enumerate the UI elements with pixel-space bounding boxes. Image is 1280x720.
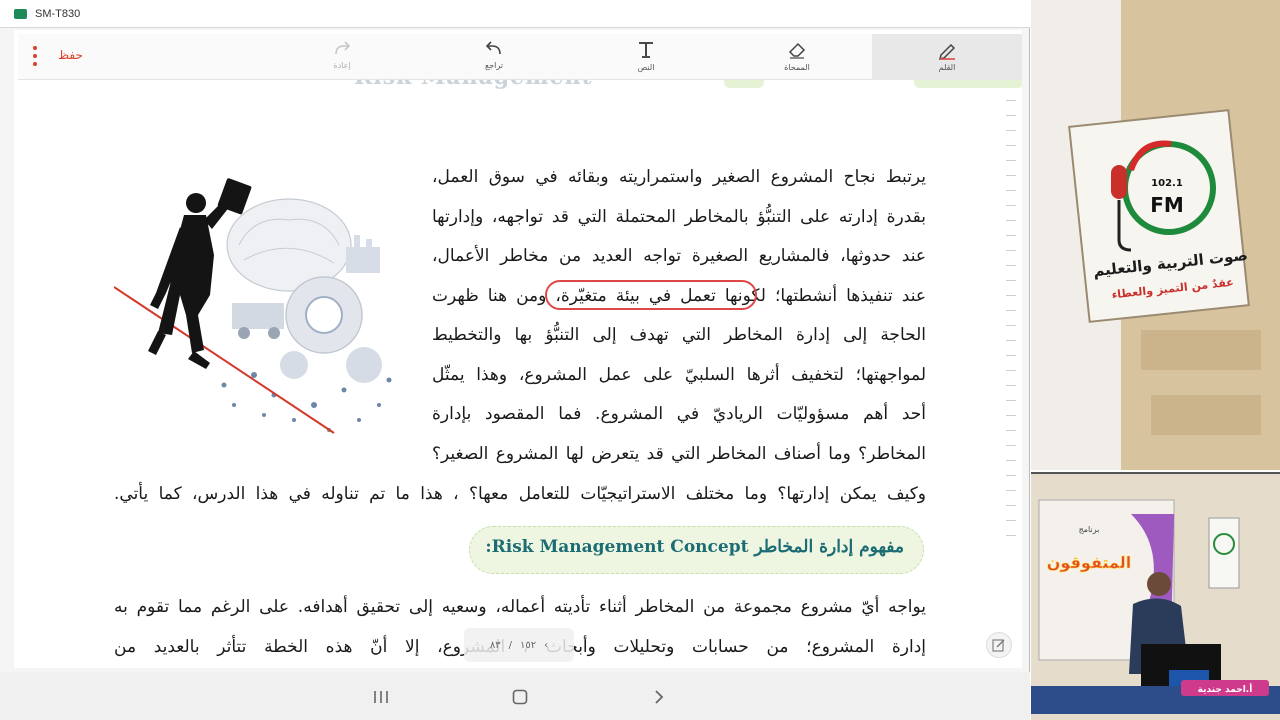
redo-label: إعادة (333, 61, 351, 70)
studio-camera-bottom: برنامج المتفوقون أ.احمد جندية (1031, 472, 1280, 720)
radio-logo-frequency: 102.1 (1151, 178, 1183, 189)
text-line: الحاجة إلى إدارة المخاطر التي تهدف إلى ا… (432, 325, 926, 345)
text-line: المخاطر؟ وما أصناف المخاطر التي قد يتعرض… (432, 443, 926, 464)
text-icon (639, 42, 653, 58)
mirror-app-icon (14, 8, 27, 19)
chevron-left-icon[interactable]: ‹ (544, 640, 548, 651)
redo-button[interactable]: إعادة (316, 40, 368, 70)
undo-button[interactable]: تراجع (468, 40, 520, 70)
recent-apps-icon (374, 691, 388, 703)
back-button[interactable] (644, 682, 674, 712)
window-title: SM-T830 (35, 7, 81, 20)
android-navigation-bar (0, 672, 1030, 720)
text-line: يرتبط نجاح المشروع الصغير واستمراريته وب… (432, 167, 926, 187)
text-tool-label: النص (637, 63, 655, 72)
presenter-name: أ.احمد جندية (1198, 683, 1253, 695)
edit-page-button[interactable] (986, 632, 1012, 658)
text-line: وكيف يمكن إدارتها؟ وما مختلف الاستراتيجي… (114, 484, 926, 504)
studio-presenter-scene: برنامج المتفوقون أ.احمد جندية (1031, 474, 1280, 720)
studio-backdrop: FM 102.1 صوت التربية والتعليم عقدٌ من ال… (1031, 0, 1280, 470)
text-line: لمواجهتها؛ لتخفيف أثرها السلبيّ على عمل … (432, 364, 926, 385)
section-heading-banner: مفهوم إدارة المخاطر Risk Management Conc… (469, 526, 924, 574)
program-label: برنامج (1079, 525, 1100, 534)
text-tool-button[interactable]: النص (620, 40, 672, 72)
pen-tool-button[interactable]: القلم (872, 34, 1022, 80)
text-line: عند حدوثها، فالمشاريع الصغيرة تواجه العد… (432, 246, 926, 266)
more-options-icon[interactable] (32, 46, 38, 66)
text-line: يواجه أيّ مشروع مجموعة من المخاطر أثناء … (114, 597, 926, 617)
ebook-viewer[interactable]: Risk Management حفظ إعادة تراجع النص (14, 30, 1022, 668)
recent-apps-button[interactable] (366, 682, 396, 712)
eraser-tool-button[interactable]: الممحاة (771, 40, 823, 72)
pen-tool-label: القلم (938, 63, 956, 72)
studio-camera-top: FM 102.1 صوت التربية والتعليم عقدٌ من ال… (1031, 0, 1280, 470)
eraser-icon (788, 42, 806, 59)
chevron-right-icon (655, 690, 664, 704)
device-mirror-window: SM-T830 Risk Management حفظ إعادة تراجع (0, 0, 1030, 720)
section-heading: مفهوم إدارة المخاطر Risk Management Conc… (485, 537, 904, 557)
redo-icon (335, 41, 351, 55)
page-margin-marks (1006, 100, 1016, 660)
save-button[interactable]: حفظ (58, 48, 83, 62)
text-line: بقدرة إدارته على التنبُّؤ بالمخاطر المحت… (432, 206, 926, 227)
undo-label: تراجع (484, 61, 504, 70)
page-indicator[interactable]: ٨٣ / ١٥٢ ‹ (464, 628, 574, 662)
home-button[interactable] (505, 682, 535, 712)
window-titlebar: SM-T830 (0, 0, 1030, 28)
pen-annotation-oval[interactable] (545, 280, 757, 310)
pen-icon (938, 43, 956, 60)
eraser-tool-label: الممحاة (784, 63, 810, 72)
page-current: ٨٣ (489, 639, 501, 651)
text-line: أحد أهم مسؤوليّات الرياديّ في المشروع. ف… (432, 404, 926, 424)
intro-paragraph: يرتبط نجاح المشروع الصغير واستمراريته وب… (432, 158, 926, 474)
program-name: المتفوقون (1047, 553, 1131, 572)
edit-icon (992, 639, 1005, 652)
page-total: ١٥٢ (520, 639, 537, 651)
annotation-toolbar: حفظ إعادة تراجع النص الممحاة القلم (18, 34, 1022, 80)
undo-icon (485, 41, 501, 55)
studio-video-panel: FM 102.1 صوت التربية والتعليم عقدٌ من ال… (1031, 0, 1280, 720)
intro-paragraph-last-line: وكيف يمكن إدارتها؟ وما مختلف الاستراتيجي… (114, 475, 926, 515)
radio-logo-fm: FM (1150, 193, 1184, 217)
home-icon (512, 689, 528, 705)
page-separator: / (508, 639, 512, 651)
risk-tightrope-illustration (114, 178, 392, 434)
screen-root: SM-T830 Risk Management حفظ إعادة تراجع (0, 0, 1280, 720)
